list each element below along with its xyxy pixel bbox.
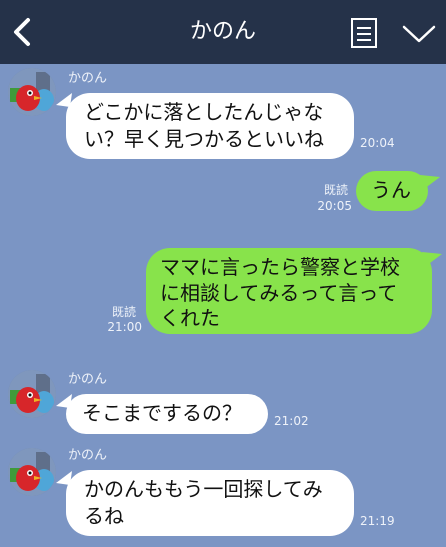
sender-name: かのん bbox=[68, 71, 108, 86]
message-time: 21:19 bbox=[360, 514, 395, 528]
bubble-tail bbox=[420, 175, 440, 189]
message-time: 20:05 bbox=[317, 199, 352, 213]
list-icon bbox=[351, 18, 377, 48]
sender-name: かのん bbox=[68, 448, 108, 463]
message-text-line: くれた bbox=[160, 306, 220, 330]
message-text-line: に相談してみるって言って bbox=[160, 281, 398, 305]
read-receipt: 既読 bbox=[323, 183, 348, 197]
message-text-line: るね bbox=[84, 504, 124, 528]
read-receipt: 既読 bbox=[111, 305, 136, 319]
avatar-image bbox=[8, 448, 56, 496]
collapse-button[interactable] bbox=[400, 22, 438, 46]
avatar[interactable] bbox=[8, 68, 56, 116]
message-text-line: い？早く見つかるといいね bbox=[84, 127, 324, 151]
message-bubble[interactable]: ママに言ったら警察と学校 に相談してみるって言って くれた bbox=[146, 248, 432, 334]
message-text-line: どこかに落としたんじゃな bbox=[84, 100, 324, 124]
message-bubble[interactable]: そこまでするの？ bbox=[66, 394, 268, 434]
menu-button[interactable] bbox=[348, 16, 380, 50]
chevron-down-icon bbox=[402, 25, 436, 43]
message-text-line: ママに言ったら警察と学校 bbox=[160, 255, 400, 279]
message-text-line: うん bbox=[371, 178, 411, 202]
back-button[interactable] bbox=[8, 14, 40, 50]
avatar-image bbox=[8, 68, 56, 116]
sender-name: かのん bbox=[68, 372, 108, 387]
message-bubble[interactable]: うん bbox=[356, 171, 428, 211]
message-time: 21:02 bbox=[274, 414, 309, 428]
message-time: 21:00 bbox=[107, 320, 142, 334]
message-time: 20:04 bbox=[360, 136, 395, 150]
chevron-left-icon bbox=[14, 18, 30, 46]
avatar[interactable] bbox=[8, 448, 56, 496]
avatar[interactable] bbox=[8, 370, 56, 418]
message-bubble[interactable]: どこかに落としたんじゃな い？早く見つかるといいね bbox=[66, 93, 354, 159]
message-text-line: かのんももう一回探してみ bbox=[84, 477, 323, 501]
bubble-tail bbox=[422, 252, 442, 266]
avatar-image bbox=[8, 370, 56, 418]
message-bubble[interactable]: かのんももう一回探してみ るね bbox=[66, 470, 354, 536]
chat-header: かのん bbox=[0, 0, 446, 64]
message-text-line: そこまでするの？ bbox=[82, 401, 242, 425]
